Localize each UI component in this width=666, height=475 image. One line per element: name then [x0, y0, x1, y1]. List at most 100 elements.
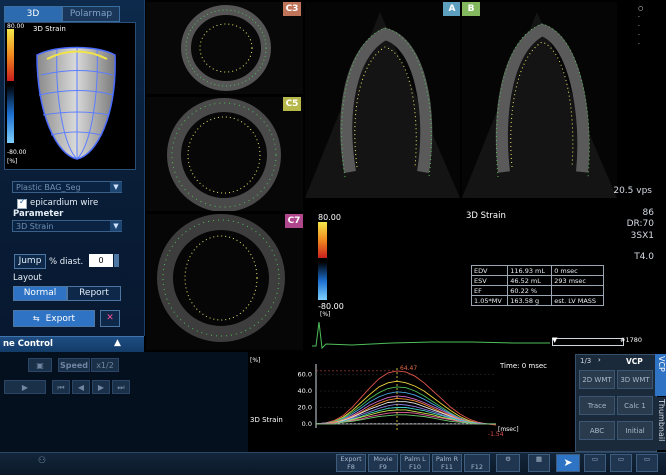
tab-thumbnail[interactable]: Thumbnail [655, 397, 666, 450]
last-frame-icon[interactable]: ⏭ [112, 380, 130, 394]
export-button[interactable]: ⇆ Export [13, 310, 95, 327]
vcp-abc-button[interactable]: ABC [579, 421, 615, 440]
table-row: EF 60.22 % [470, 285, 604, 296]
colorbar-negative [7, 85, 14, 143]
left-panel: 3D Polarmap 3D Strain 80.00 -80.00 [%] P… [0, 0, 145, 336]
view-badge-c5: C5 [283, 97, 301, 111]
pointer-icon[interactable]: ➤ [556, 454, 580, 472]
short-axis-view-c7[interactable]: C7 [146, 214, 303, 350]
x-unit-label: [msec] [498, 426, 519, 433]
tab-3d[interactable]: 3D [4, 6, 62, 22]
screen-icon[interactable]: ▭ [636, 454, 658, 472]
a-image [305, 2, 460, 198]
colorbar-top: 80.00 [318, 213, 341, 222]
short-axis-view-c5[interactable]: C5 [146, 97, 303, 211]
y-tick-label: 40.0 [298, 387, 312, 395]
camera-icon[interactable]: ▣ [28, 358, 52, 372]
y-tick-label: 60.0 [298, 371, 312, 379]
prev-frame-icon[interactable]: ◀ [72, 380, 90, 394]
scrollbar-dots: ○ · · · · [638, 5, 644, 48]
speed-value[interactable]: x1/2 [91, 358, 119, 372]
diast-label: % diast. [49, 257, 84, 267]
jump-button[interactable]: Jump [14, 254, 46, 269]
colorbar-top-label: 80.00 [7, 23, 25, 30]
tab-vcp[interactable]: VCP [655, 354, 666, 396]
segment-model-select[interactable]: Plastic BAG_Seg [12, 181, 122, 193]
lv-mesh-graphic [36, 46, 116, 160]
next-page-icon[interactable]: › [598, 356, 601, 364]
vcp-3d-wmt-button[interactable]: 3D WMT [617, 370, 653, 389]
patient-icon[interactable]: ⚇ [38, 456, 46, 466]
vcp-initial-button[interactable]: Initial [617, 421, 653, 440]
palm-r-f11-key[interactable]: Palm R F11 [432, 454, 462, 472]
chevron-down-icon[interactable]: ▼ [110, 182, 122, 192]
strain-curve-chart[interactable]: 60.0 40.0 20.0 0.0 64.47 -1.54 [%] 3D Strain [ms… [248, 352, 574, 452]
grid-icon[interactable]: ▦ [528, 454, 550, 472]
strain-chart-svg: 60.040.020.00.064.47-1.54[%]3D Strain[ms… [250, 357, 547, 438]
diast-stepper[interactable] [114, 254, 119, 267]
tab-polarmap[interactable]: Polarmap [62, 6, 120, 22]
lv-3d-model-view[interactable]: 3D Strain 80.00 -80.00 [%] [4, 22, 136, 170]
vcp-calc1-button[interactable]: Calc 1 [617, 396, 653, 415]
table-row: 1.05*MV 163.58 g est. LV MASS [470, 295, 604, 306]
y-tick-label: 20.0 [298, 403, 312, 411]
y-tick-label: 0.0 [302, 420, 312, 428]
slider-handle-icon[interactable]: ▼ [552, 336, 557, 344]
chevron-down-icon[interactable]: ▼ [110, 221, 122, 231]
layout-report-button[interactable]: Report [67, 286, 121, 301]
tool-icon[interactable]: ⚙ [496, 454, 520, 472]
parameter-select[interactable]: 3D Strain [12, 220, 122, 232]
palm-l-f10-key[interactable]: Palm L F10 [400, 454, 430, 472]
view-badge-c7: C7 [285, 214, 303, 228]
strain-colorbar-positive [318, 222, 327, 258]
apical-view-b[interactable]: B [462, 2, 617, 198]
first-frame-icon[interactable]: ⏮ [52, 380, 70, 394]
vcp-trace-button[interactable]: Trace [579, 396, 615, 415]
next-frame-icon[interactable]: ▶ [92, 380, 110, 394]
vcp-2d-wmt-button[interactable]: 2D WMT [579, 370, 615, 389]
colorbar-positive [7, 29, 14, 81]
vcp-page: 1/3 [580, 357, 592, 365]
dynamic-range: DR:70 [626, 219, 654, 229]
volume-metrics-table: EDV 116.93 mL 0 msec ESV 46.52 mL 293 msec E… [470, 265, 604, 306]
frame-number: #1780 [620, 336, 642, 344]
diast-input[interactable]: 0 [89, 254, 113, 267]
layout-normal-button[interactable]: Normal [13, 286, 67, 301]
window-icon[interactable]: ▭ [584, 454, 606, 472]
vcp-panel: 1/3 › VCP 2D WMT 3D WMT Trace Calc 1 ABC… [575, 354, 657, 452]
colorbar-unit: [%] [320, 311, 331, 318]
parameter-label: Parameter [13, 209, 64, 219]
strain-series-line [316, 397, 496, 425]
export-f8-key[interactable]: Export F8 [336, 454, 366, 472]
layout-label: Layout [13, 273, 42, 283]
settings-tool-icon[interactable]: ✕ [100, 310, 120, 327]
peak-label: 64.47 [400, 365, 417, 372]
frame-slider[interactable] [552, 338, 624, 346]
view-badge-a: A [443, 2, 460, 16]
panel-icon[interactable]: ▭ [610, 454, 632, 472]
apical-view-a[interactable]: A [305, 2, 460, 198]
view-title: 3D Strain [33, 25, 66, 33]
colorbar-bottom-label: -80.00 [7, 149, 27, 156]
line-control-title: ne Control [3, 339, 53, 349]
line-control-bar[interactable]: ne Control ▲ [0, 336, 144, 353]
y-unit-label: [%] [250, 357, 260, 364]
volumes-per-second: 20.5 vps [613, 186, 652, 196]
f12-key[interactable]: F12 [464, 454, 490, 472]
play-icon[interactable]: ▶ [4, 380, 46, 394]
export-label: Export [45, 314, 76, 324]
frequency: T4.0 [634, 252, 654, 262]
speed-label: Speed [58, 358, 90, 372]
gain-value: 86 [642, 208, 654, 218]
export-icon: ⇆ [32, 314, 40, 323]
time-label: Time: 0 msec [499, 362, 547, 370]
strain-colorbar-negative [318, 262, 327, 300]
c7-image [146, 214, 303, 350]
checkmark-icon: ✓ [19, 197, 26, 206]
c5-image [146, 97, 303, 211]
movie-f9-key[interactable]: Movie F9 [368, 454, 398, 472]
probe-name: 3SX1 [630, 231, 654, 241]
collapse-triangle-icon[interactable]: ▲ [114, 338, 121, 348]
short-axis-view-c3[interactable]: C3 [146, 2, 303, 94]
table-row: EDV 116.93 mL 0 msec [470, 265, 604, 276]
